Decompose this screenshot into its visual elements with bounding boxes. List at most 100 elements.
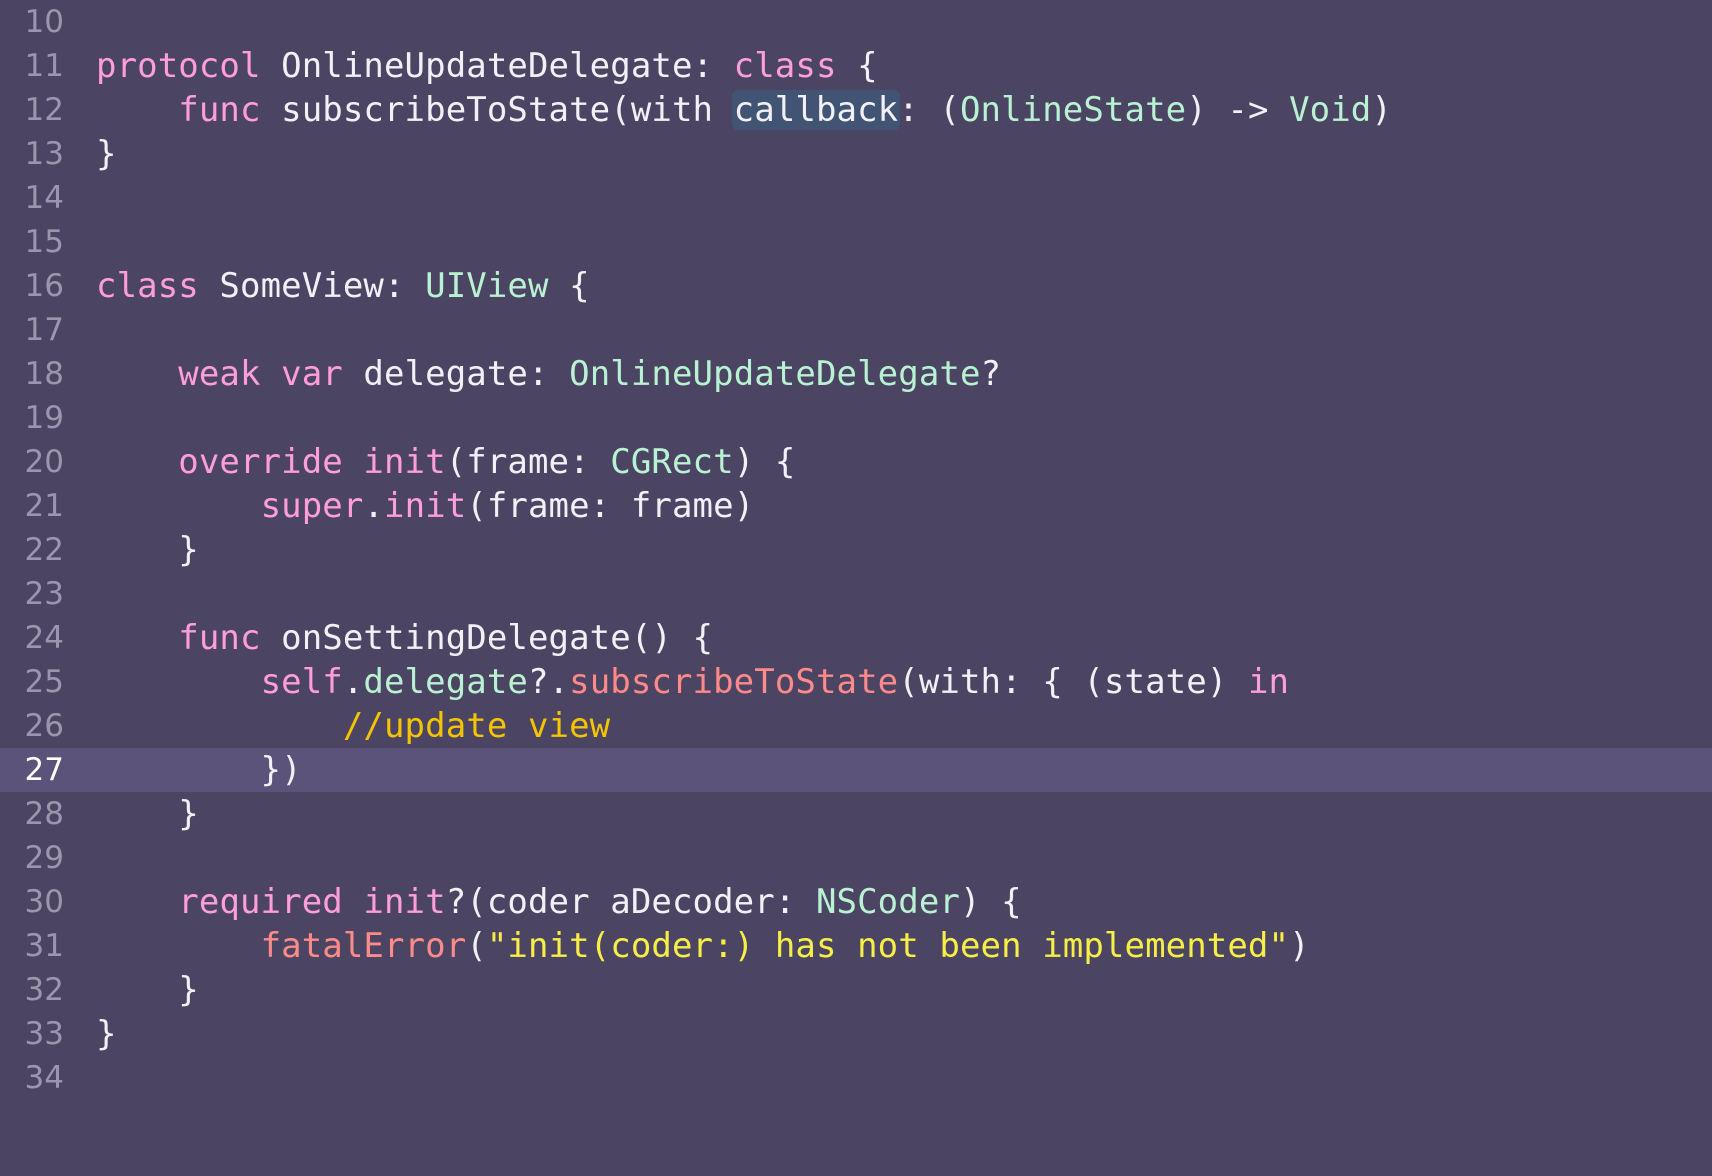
line-number: 28 — [24, 796, 64, 832]
code-line[interactable]: 31 fatalError("init(coder:) has not been… — [0, 924, 1712, 968]
code-token: ) { — [733, 442, 796, 482]
code-text: override init(frame: CGRect) { — [96, 440, 795, 484]
code-token: delegate — [363, 662, 528, 702]
code-token: ( — [466, 926, 487, 966]
code-token: { — [836, 46, 878, 86]
line-number: 13 — [24, 136, 64, 172]
code-token: in — [1247, 662, 1290, 702]
code-token: CGRect — [610, 442, 734, 482]
code-line[interactable]: 14 — [0, 176, 1712, 220]
code-token: onSettingDelegate() { — [260, 618, 714, 658]
line-number: 33 — [24, 1016, 64, 1052]
code-token: self — [260, 662, 343, 702]
code-line[interactable]: 11 protocol OnlineUpdateDelegate: class { — [0, 44, 1712, 88]
code-line[interactable]: 30 required init?(coder aDecoder: NSCode… — [0, 880, 1712, 924]
code-line[interactable]: 16 class SomeView: UIView { — [0, 264, 1712, 308]
code-token: "init(coder:) has not been implemented" — [486, 926, 1290, 966]
code-text: } — [96, 1012, 117, 1056]
code-text: }) — [96, 748, 302, 792]
line-number: 15 — [24, 224, 64, 260]
line-number: 32 — [24, 972, 64, 1008]
code-token: SomeView: — [198, 266, 426, 306]
code-token: OnlineUpdateDelegate: — [260, 46, 734, 86]
code-token: . — [342, 662, 364, 702]
code-token: OnlineUpdateDelegate — [569, 354, 981, 394]
line-number: 27 — [24, 752, 64, 788]
code-token: (frame: — [445, 442, 611, 482]
code-line[interactable]: 15 — [0, 220, 1712, 264]
code-token: //update view — [342, 706, 611, 746]
code-text: } — [96, 528, 199, 572]
code-line[interactable]: 28 } — [0, 792, 1712, 836]
code-token: ?(coder aDecoder: — [445, 882, 816, 922]
code-editor[interactable]: 10 11 protocol OnlineUpdateDelegate: class… — [0, 0, 1712, 1176]
line-number: 21 — [24, 488, 64, 524]
code-line[interactable]: 18 weak var delegate: OnlineUpdateDelega… — [0, 352, 1712, 396]
code-line[interactable]: 19 — [0, 396, 1712, 440]
code-line[interactable]: 12 func subscribeToState(with callback: … — [0, 88, 1712, 132]
code-line[interactable]: 32 } — [0, 968, 1712, 1012]
code-line[interactable]: 33} — [0, 1012, 1712, 1056]
code-token: class — [733, 46, 837, 86]
code-line[interactable]: 17 — [0, 308, 1712, 352]
code-line[interactable]: 20 override init(frame: CGRect) { — [0, 440, 1712, 484]
code-token: . — [363, 486, 384, 526]
code-token: } — [96, 1014, 117, 1054]
code-token: subscribeToState(with — [260, 90, 734, 130]
code-line[interactable]: 23 — [0, 572, 1712, 616]
code-text: } — [96, 132, 117, 176]
code-token: ) -> — [1186, 90, 1290, 130]
code-line[interactable]: 26 //update view — [0, 704, 1712, 748]
code-token: fatalError — [260, 926, 467, 966]
code-line[interactable]: 34 — [0, 1056, 1712, 1100]
code-token: NSCoder — [815, 882, 960, 922]
code-token: } — [96, 794, 199, 834]
highlighted-token: callback — [731, 90, 901, 130]
code-token: var — [281, 354, 343, 394]
line-number: 14 — [24, 180, 64, 216]
line-number: 29 — [24, 840, 64, 876]
line-number: 12 — [24, 92, 64, 128]
code-line[interactable]: 21 super.init(frame: frame) — [0, 484, 1712, 528]
code-text: fatalError("init(coder:) has not been im… — [96, 924, 1310, 968]
code-line[interactable]: 13} — [0, 132, 1712, 176]
line-number: 24 — [24, 620, 64, 656]
code-text: } — [96, 792, 199, 836]
line-number: 18 — [24, 356, 64, 392]
code-token: } — [96, 134, 117, 174]
code-token: delegate: — [342, 354, 570, 394]
code-token: { — [548, 266, 590, 306]
code-token: weak — [178, 354, 261, 394]
code-line[interactable]: 25 self.delegate?.subscribeToState(with:… — [0, 660, 1712, 704]
line-number: 19 — [24, 400, 64, 436]
line-number: 26 — [24, 708, 64, 744]
code-token: class — [96, 266, 199, 306]
line-number: 16 — [24, 268, 64, 304]
code-line[interactable]: 29 — [0, 836, 1712, 880]
code-token: subscribeToState — [569, 662, 899, 702]
code-token: OnlineState — [959, 90, 1187, 130]
code-token: ) — [1289, 926, 1310, 966]
code-text: super.init(frame: frame) — [96, 484, 755, 528]
code-token: override — [178, 442, 343, 482]
line-number: 25 — [24, 664, 64, 700]
code-token: ) — [1371, 90, 1392, 130]
line-number: 23 — [24, 576, 64, 612]
code-token: super — [260, 486, 364, 526]
code-text: func onSettingDelegate() { — [96, 616, 713, 660]
code-line[interactable]: 24 func onSettingDelegate() { — [0, 616, 1712, 660]
code-line[interactable]: 10 — [0, 0, 1712, 44]
code-line[interactable]: 27 }) — [0, 748, 1712, 792]
code-text: func subscribeToState(with callback: (On… — [96, 88, 1392, 132]
code-line[interactable]: 22 } — [0, 528, 1712, 572]
code-text: //update view — [96, 704, 610, 748]
code-text: class SomeView: UIView { — [96, 264, 590, 308]
code-token: protocol — [96, 46, 261, 86]
